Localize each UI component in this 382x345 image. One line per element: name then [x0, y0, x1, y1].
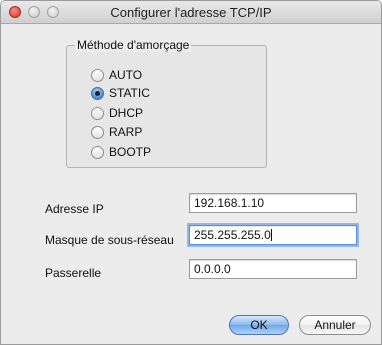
dialog-window: Configurer l'adresse TCP/IP Méthode d'am… — [0, 0, 382, 345]
subnet-mask-field[interactable]: 255.255.255.0 — [189, 225, 357, 245]
radio-button-auto[interactable] — [91, 68, 104, 82]
gateway-value: 0.0.0.0 — [194, 262, 231, 276]
radio-button-rarp[interactable] — [91, 125, 104, 139]
radio-label-dhcp: DHCP — [109, 106, 144, 120]
radio-label-auto: AUTO — [109, 68, 143, 82]
boot-method-group-title: Méthode d'amorçage — [75, 38, 192, 52]
ip-address-value: 192.168.1.10 — [194, 196, 265, 210]
radio-option-dhcp[interactable]: DHCP — [91, 105, 143, 121]
text-caret — [270, 229, 272, 241]
window-title: Configurer l'adresse TCP/IP — [110, 5, 272, 20]
ok-button[interactable]: OK — [229, 315, 289, 335]
gateway-label: Passerelle — [45, 266, 102, 280]
title-bar: Configurer l'adresse TCP/IP — [1, 1, 381, 24]
radio-option-auto[interactable]: AUTO — [91, 67, 142, 83]
gateway-field[interactable]: 0.0.0.0 — [189, 259, 357, 279]
subnet-mask-label: Masque de sous-réseau — [45, 233, 174, 247]
radio-label-rarp: RARP — [109, 125, 143, 139]
radio-button-dhcp[interactable] — [91, 106, 104, 120]
subnet-mask-value: 255.255.255.0 — [194, 228, 271, 242]
radio-label-bootp: BOOTP — [109, 145, 152, 159]
ip-address-label: Adresse IP — [45, 202, 104, 216]
radio-option-rarp[interactable]: RARP — [91, 124, 142, 140]
radio-button-bootp[interactable] — [91, 145, 104, 159]
radio-label-static: STATIC — [109, 86, 150, 100]
radio-option-static[interactable]: STATIC — [91, 85, 150, 101]
cancel-button[interactable]: Annuler — [299, 315, 371, 335]
radio-button-static[interactable] — [91, 86, 104, 100]
radio-option-bootp[interactable]: BOOTP — [91, 144, 151, 160]
ip-address-field[interactable]: 192.168.1.10 — [189, 193, 357, 213]
